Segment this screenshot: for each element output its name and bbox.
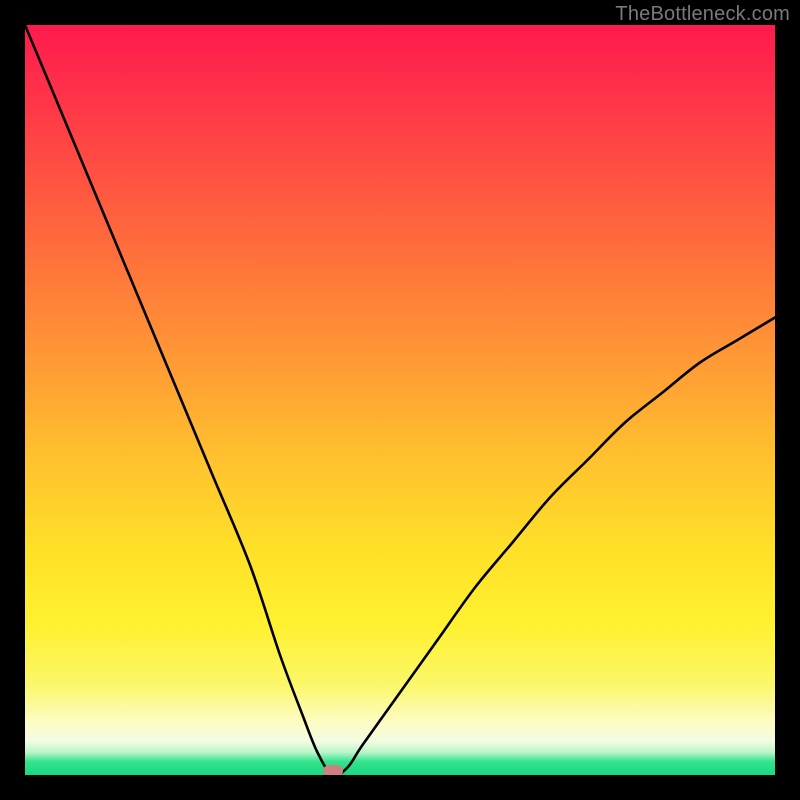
optimum-marker xyxy=(323,765,343,775)
watermark-text: TheBottleneck.com xyxy=(615,3,790,26)
plot-area xyxy=(25,25,775,775)
bottleneck-curve xyxy=(25,25,775,775)
chart-frame: TheBottleneck.com xyxy=(0,0,800,800)
curve-path xyxy=(25,25,775,775)
